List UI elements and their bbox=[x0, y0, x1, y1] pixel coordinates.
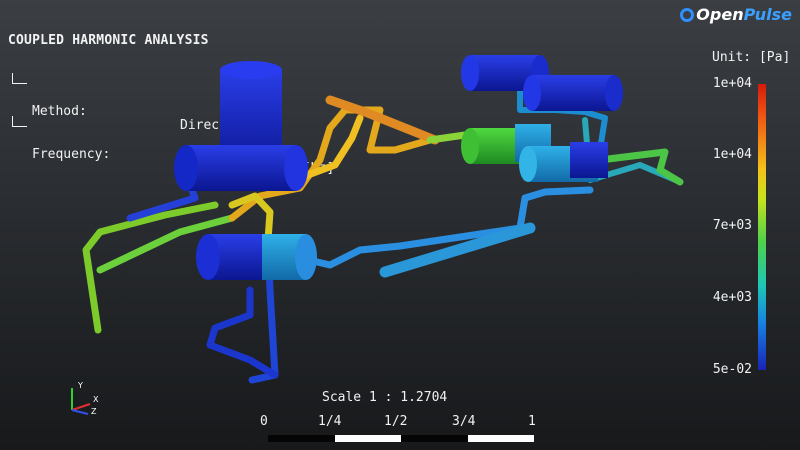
colorbar-tick: 7e+03 bbox=[712, 218, 752, 233]
scale-segment bbox=[467, 435, 534, 442]
scale-segment bbox=[334, 435, 401, 442]
scale-bar bbox=[268, 435, 534, 442]
scale-segment bbox=[401, 435, 468, 442]
pipe-network bbox=[82, 77, 684, 384]
colorbar-unit: Unit: [Pa] bbox=[712, 50, 791, 65]
colorbar-tick: 1e+04 bbox=[712, 147, 752, 162]
scale-label: 1/4 bbox=[318, 414, 342, 429]
colorbar-tick: 4e+03 bbox=[712, 290, 752, 305]
axis-y-label: Y bbox=[77, 381, 83, 390]
axes-triad-icon: Y X Z bbox=[71, 381, 99, 416]
scale-label: 3/4 bbox=[452, 414, 476, 429]
colorbar bbox=[758, 84, 766, 370]
scale-label: 1/2 bbox=[384, 414, 408, 429]
scale-text: Scale 1 : 1.2704 bbox=[322, 390, 448, 405]
axis-x-label: X bbox=[93, 395, 99, 404]
scale-label: 0 bbox=[260, 414, 268, 429]
scale-label: 1 bbox=[528, 414, 536, 429]
pipeline-3d-view[interactable] bbox=[0, 0, 800, 450]
axis-z-label: Z bbox=[91, 407, 97, 416]
colorbar-tick: 5e-02 bbox=[712, 362, 752, 377]
scale-segment bbox=[268, 435, 335, 442]
colorbar-tick: 1e+04 bbox=[712, 76, 752, 91]
